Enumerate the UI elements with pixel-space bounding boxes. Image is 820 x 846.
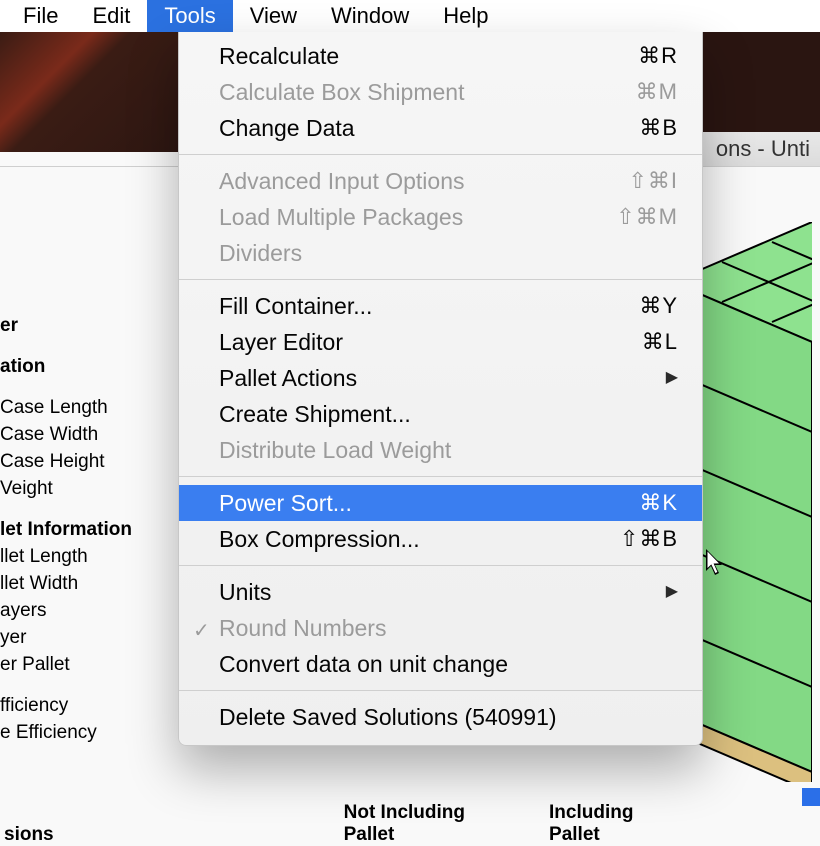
submenu-arrow-icon: ▶ xyxy=(666,363,678,393)
menu-item-label: Convert data on unit change xyxy=(219,649,678,679)
shortcut: ⇧⌘M xyxy=(616,202,678,232)
left-panel-labels: er ation Case Length Case Width Case Hei… xyxy=(0,312,185,746)
menu-item-label: Change Data xyxy=(219,113,639,143)
menu-window[interactable]: Window xyxy=(314,0,426,32)
menu-item-label: Units xyxy=(219,577,656,607)
shortcut: ⇧⌘B xyxy=(620,524,678,554)
menu-item-label: Dividers xyxy=(219,238,678,268)
menu-item-label: Delete Saved Solutions (540991) xyxy=(219,702,678,732)
workspace: ons - Unti er ation Case Length Case Wid… xyxy=(0,32,820,846)
menu-file[interactable]: File xyxy=(6,0,75,32)
menu-help[interactable]: Help xyxy=(426,0,505,32)
label-case-width: Case Width xyxy=(0,421,185,448)
menu-item-fill-container[interactable]: Fill Container... ⌘Y xyxy=(179,288,702,324)
menu-item-units[interactable]: Units ▶ xyxy=(179,574,702,610)
menu-item-label: Fill Container... xyxy=(219,291,639,321)
menu-item-adv-input-options: Advanced Input Options ⇧⌘I xyxy=(179,163,702,199)
menubar: File Edit Tools View Window Help xyxy=(0,0,820,32)
menu-tools[interactable]: Tools xyxy=(147,0,232,32)
menu-item-delete-saved-solutions[interactable]: Delete Saved Solutions (540991) xyxy=(179,699,702,735)
menu-item-label: Box Compression... xyxy=(219,524,620,554)
menu-item-label: Calculate Box Shipment xyxy=(219,77,636,107)
menu-item-layer-editor[interactable]: Layer Editor ⌘L xyxy=(179,324,702,360)
menu-separator xyxy=(179,154,702,155)
label-efficiency-2: e Efficiency xyxy=(0,719,185,746)
menu-separator xyxy=(179,279,702,280)
label-pallet-width: llet Width xyxy=(0,570,185,597)
label-header-2: ation xyxy=(0,353,185,380)
label-pallet-info: let Information xyxy=(0,516,185,543)
menu-item-calc-box-shipment: Calculate Box Shipment ⌘M xyxy=(179,74,702,110)
submenu-arrow-icon: ▶ xyxy=(666,577,678,607)
menu-item-label: Power Sort... xyxy=(219,488,639,518)
menu-item-label: Recalculate xyxy=(219,41,638,71)
label-pallet-length: llet Length xyxy=(0,543,185,570)
menu-item-label: Distribute Load Weight xyxy=(219,435,678,465)
menu-separator xyxy=(179,476,702,477)
menu-item-label: Advanced Input Options xyxy=(219,166,628,196)
col-header-including-pallet: Including Pallet xyxy=(549,802,680,846)
shortcut: ⌘K xyxy=(639,488,678,518)
menu-item-box-compression[interactable]: Box Compression... ⇧⌘B xyxy=(179,521,702,557)
menu-item-dividers: Dividers xyxy=(179,235,702,271)
tools-menu-dropdown: Recalculate ⌘R Calculate Box Shipment ⌘M… xyxy=(178,32,703,746)
shortcut: ⌘Y xyxy=(639,291,678,321)
menu-separator xyxy=(179,565,702,566)
menu-item-load-multi-packages: Load Multiple Packages ⇧⌘M xyxy=(179,199,702,235)
col-header-dimensions: sions xyxy=(4,824,54,846)
label-layer: yer xyxy=(0,624,185,651)
shortcut: ⌘B xyxy=(639,113,678,143)
label-weight: Veight xyxy=(0,475,185,502)
menu-separator xyxy=(179,690,702,691)
label-case-height: Case Height xyxy=(0,448,185,475)
label-efficiency-1: fficiency xyxy=(0,692,185,719)
label-header-1: er xyxy=(0,312,185,339)
menu-item-convert-on-unit-change[interactable]: Convert data on unit change xyxy=(179,646,702,682)
menu-item-label: Load Multiple Packages xyxy=(219,202,616,232)
menu-item-recalculate[interactable]: Recalculate ⌘R xyxy=(179,38,702,74)
menu-item-change-data[interactable]: Change Data ⌘B xyxy=(179,110,702,146)
menu-view[interactable]: View xyxy=(233,0,314,32)
blue-accent xyxy=(802,788,820,806)
bottom-headers: sions Not Including Pallet Including Pal… xyxy=(0,814,820,846)
col-header-not-including-pallet: Not Including Pallet xyxy=(344,802,509,846)
checkmark-icon: ✓ xyxy=(193,616,210,646)
menu-item-label: Layer Editor xyxy=(219,327,642,357)
menu-item-label: Round Numbers xyxy=(219,613,678,643)
shortcut: ⌘R xyxy=(638,41,678,71)
menu-item-label: Create Shipment... xyxy=(219,399,678,429)
menu-item-pallet-actions[interactable]: Pallet Actions ▶ xyxy=(179,360,702,396)
shortcut: ⌘M xyxy=(636,77,678,107)
shortcut: ⌘L xyxy=(642,327,678,357)
menu-item-power-sort[interactable]: Power Sort... ⌘K xyxy=(179,485,702,521)
menu-edit[interactable]: Edit xyxy=(75,0,147,32)
menu-item-round-numbers: ✓ Round Numbers xyxy=(179,610,702,646)
menu-item-distribute-load-weight: Distribute Load Weight xyxy=(179,432,702,468)
menu-item-create-shipment[interactable]: Create Shipment... xyxy=(179,396,702,432)
label-per-pallet: er Pallet xyxy=(0,651,185,678)
label-case-length: Case Length xyxy=(0,394,185,421)
shortcut: ⇧⌘I xyxy=(628,166,678,196)
menu-item-label: Pallet Actions xyxy=(219,363,656,393)
label-layers: ayers xyxy=(0,597,185,624)
